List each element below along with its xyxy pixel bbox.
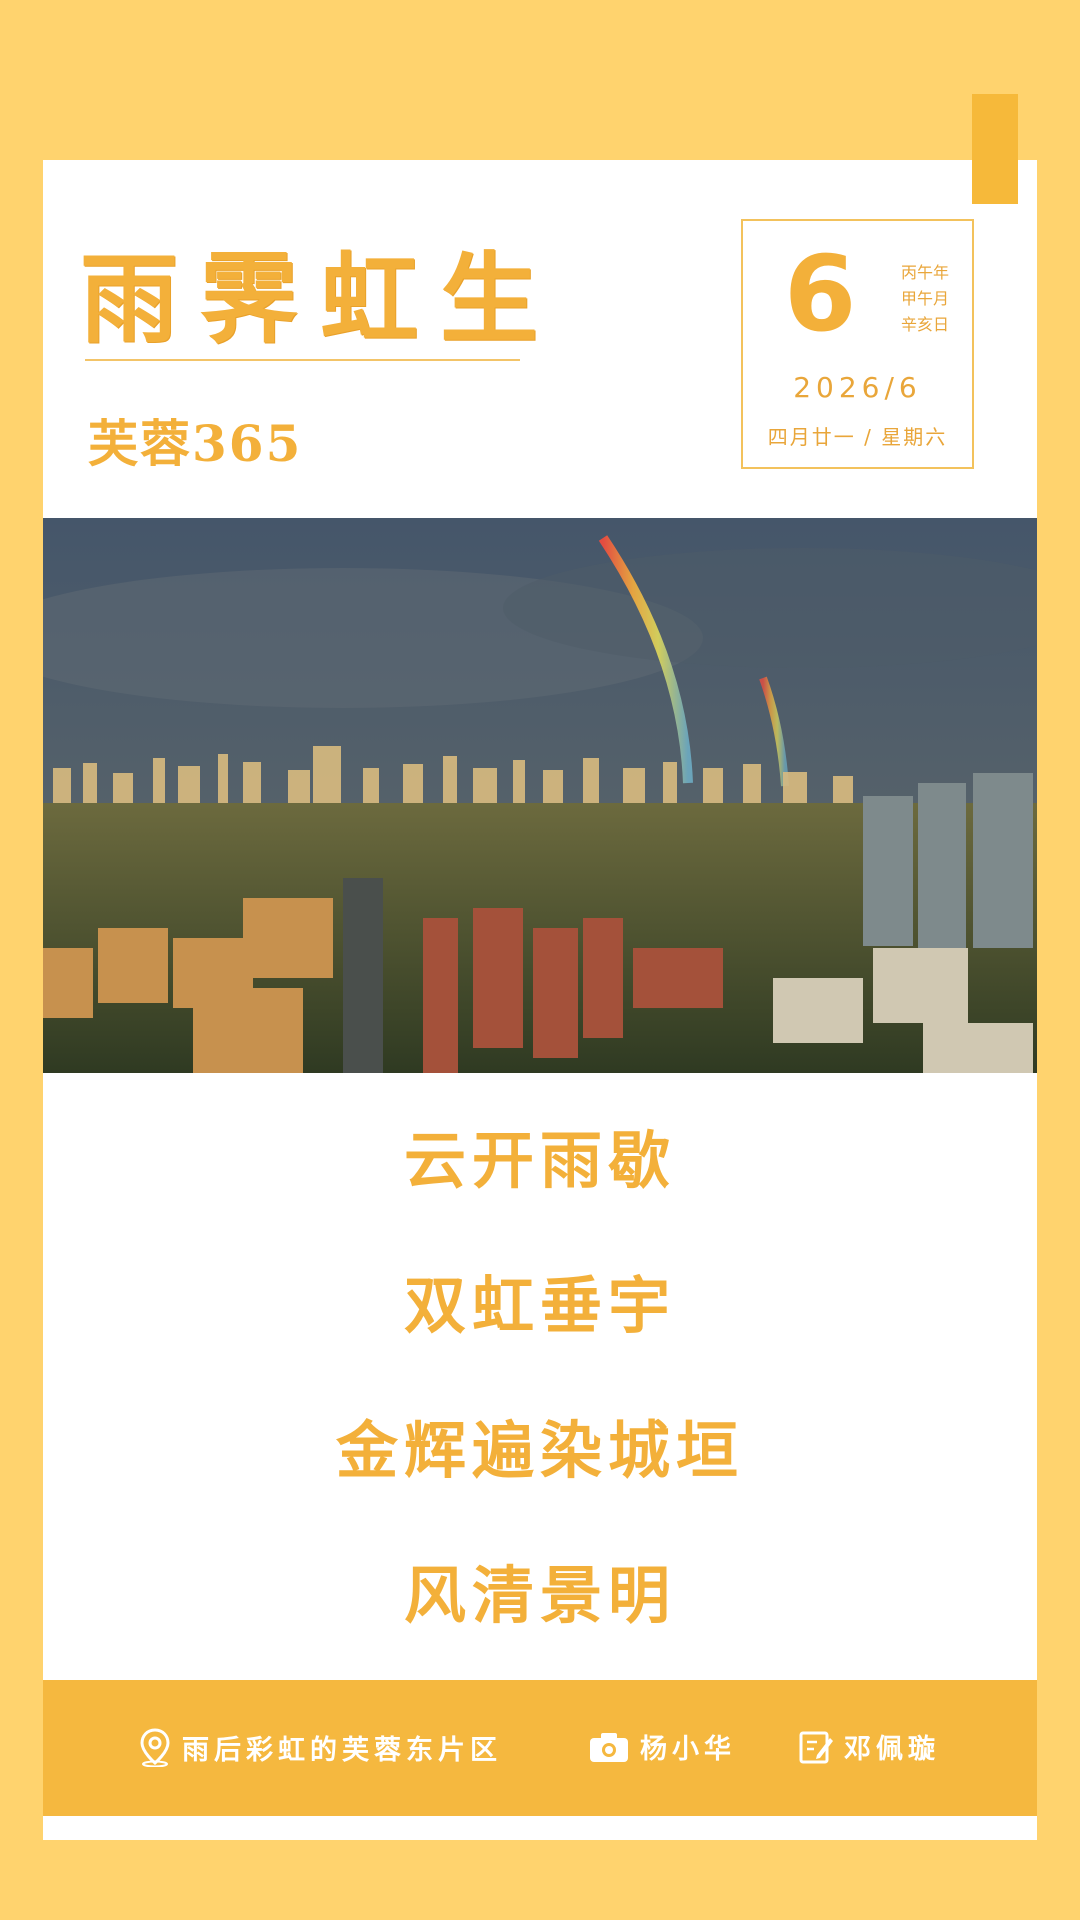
edit-note-icon	[799, 1731, 833, 1763]
poem-line-1: 云开雨歇	[403, 1124, 676, 1197]
poster-title: 雨霁虹生	[80, 242, 561, 357]
day-number: 6	[784, 233, 857, 355]
date-box: 6 丙午年 甲午月 辛亥日 2026/6 四月廿一 / 星期六	[741, 219, 974, 469]
location-pin-icon	[140, 1728, 170, 1767]
photographer-text: 杨小华	[640, 1734, 736, 1765]
title-underline	[85, 359, 520, 361]
footer-location: 雨后彩虹的芙蓉东片区	[138, 1727, 502, 1767]
footer-editor: 邓佩璇	[798, 1727, 940, 1766]
poem-block: 云开雨歇 双虹垂宇 金辉遍染城垣 风清景明	[43, 1080, 1037, 1680]
poster-subtitle: 芙蓉365	[88, 414, 303, 473]
footer-bar: 雨后彩虹的芙蓉东片区 杨小华 邓佩璇	[43, 1680, 1037, 1816]
ganzhi-day: 辛亥日	[901, 315, 950, 334]
city-rainbow-photo	[43, 518, 1037, 1073]
corner-tab	[972, 94, 1018, 204]
ganzhi-list: 丙午年 甲午月 辛亥日	[901, 263, 949, 335]
lunar-weekday: 四月廿一 / 星期六	[767, 425, 948, 449]
camera-icon	[590, 1732, 628, 1762]
poem-line-3: 金辉遍染城垣	[335, 1414, 744, 1487]
year-month: 2026/6	[793, 371, 922, 404]
ganzhi-month: 甲午月	[901, 289, 950, 308]
poem-line-2: 双虹垂宇	[403, 1269, 676, 1342]
editor-text: 邓佩璇	[844, 1734, 940, 1765]
location-text: 雨后彩虹的芙蓉东片区	[182, 1734, 502, 1766]
poem-line-4: 风清景明	[403, 1559, 676, 1632]
photo-illustration	[43, 518, 1037, 1073]
ganzhi-year: 丙午年	[901, 263, 950, 282]
footer-photographer: 杨小华	[588, 1727, 736, 1766]
